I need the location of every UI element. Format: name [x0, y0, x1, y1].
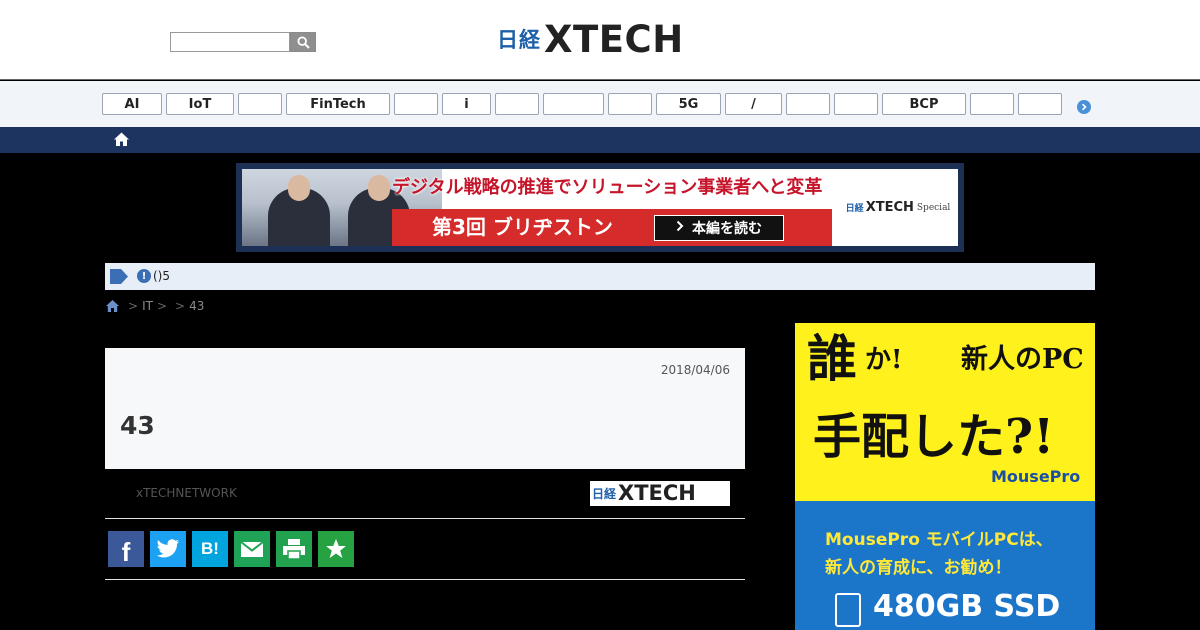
- ad-headline-part: 新人のPC: [961, 344, 1084, 375]
- search-input[interactable]: [170, 32, 290, 52]
- read-more-label: 本編を読む: [692, 221, 762, 237]
- tag-item[interactable]: /: [725, 93, 782, 115]
- divider: [105, 579, 745, 580]
- banner-brand-nikkei: 日経: [845, 204, 864, 214]
- banner-brand-xtech: XTECH: [865, 200, 914, 215]
- tag-item[interactable]: [394, 93, 438, 115]
- publisher-logo-nikkei: 日経: [592, 487, 617, 501]
- article-header: 2018/04/06 43: [105, 348, 745, 469]
- banner-headline: デジタル戦略の推進でソリューション事業者へと変革: [392, 177, 823, 198]
- tag-item[interactable]: [834, 93, 878, 115]
- breadcrumb: > IT > > 43: [105, 298, 204, 314]
- share-facebook-button[interactable]: f: [108, 531, 144, 567]
- publisher-logo-xtech: XTECH: [618, 481, 696, 505]
- ad-headline-part: か!: [865, 345, 903, 375]
- tag-item[interactable]: 5G: [656, 93, 721, 115]
- home-icon[interactable]: [105, 299, 120, 313]
- chevron-right-icon: [676, 220, 684, 236]
- tag-item[interactable]: [608, 93, 652, 115]
- banner-content: デジタル戦略の推進でソリューション事業者へと変革 第3回 ブリヂストン 本編を読…: [242, 169, 958, 246]
- search-button[interactable]: [290, 32, 316, 52]
- share-twitter-button[interactable]: [150, 531, 186, 567]
- banner-brand-special: Special: [916, 202, 951, 213]
- tag-item[interactable]: i: [442, 93, 491, 115]
- home-icon[interactable]: [113, 131, 130, 148]
- side-ad-yellow-panel: 誰 か! 新人のPC 手配した?! MousePro: [795, 323, 1095, 501]
- article-title: 43: [120, 411, 155, 440]
- publisher-logo: 日経 XTECH: [590, 481, 730, 506]
- site-logo[interactable]: 日経 XTECH: [497, 21, 684, 59]
- banner-red-strip: 第3回 ブリヂストン 本編を読む: [392, 209, 832, 246]
- ad-ssd-spec: 480GB SSD: [873, 589, 1061, 624]
- side-ad-blue-panel: MousePro モバイルPCは、 新人の育成に、お勧め！ 480GB SSD: [795, 501, 1095, 630]
- site-header: 日経 XTECH: [0, 0, 1200, 80]
- ad-brand-logo: MousePro: [991, 467, 1081, 486]
- banner-brand-logo: 日経 XTECH Special: [838, 169, 958, 246]
- logo-xtech-text: XTECH: [544, 18, 684, 61]
- article-byline: xTECHNETWORK: [136, 486, 237, 500]
- tag-nav: AI IoT FinTech i 5G / BCP: [0, 81, 1200, 127]
- ad-headline-line2: 手配した?!: [813, 409, 1055, 465]
- tag-item[interactable]: [495, 93, 539, 115]
- chevron-right-icon: [1081, 103, 1087, 111]
- notice-text: ()5: [153, 269, 170, 283]
- tag-nav-next-button[interactable]: [1077, 100, 1091, 114]
- tag-item[interactable]: AI: [102, 93, 162, 115]
- main-nav-bar: [0, 127, 1200, 153]
- share-hatena-button[interactable]: B!: [192, 531, 228, 567]
- breadcrumb-separator: >: [175, 299, 186, 313]
- tag-item[interactable]: [543, 93, 604, 115]
- breadcrumb-item[interactable]: IT: [142, 299, 153, 313]
- tag-item[interactable]: [238, 93, 282, 115]
- tag-item[interactable]: [970, 93, 1014, 115]
- search-icon: [296, 35, 310, 49]
- ad-subtext: 新人の育成に、お勧め！: [825, 558, 1012, 578]
- ad-headline-part: 誰: [807, 329, 857, 388]
- notice-bar[interactable]: ! ()5: [105, 263, 1095, 290]
- alert-icon: !: [137, 269, 151, 283]
- person-head: [368, 175, 390, 201]
- search-form: [170, 32, 316, 52]
- ssd-icon: [835, 593, 861, 627]
- logo-nikkei-text: 日経: [497, 28, 541, 52]
- ad-subtext: MousePro モバイルPCは、: [825, 530, 1053, 550]
- tag-item[interactable]: [1018, 93, 1062, 115]
- tag-item[interactable]: BCP: [882, 93, 966, 115]
- share-mail-button[interactable]: [234, 531, 270, 567]
- banner-series-title: 第3回 ブリヂストン: [432, 215, 613, 239]
- article-date: 2018/04/06: [660, 363, 730, 377]
- tag-item[interactable]: [786, 93, 830, 115]
- breadcrumb-current: 43: [189, 299, 205, 313]
- facebook-icon: f: [121, 537, 131, 567]
- top-banner-ad[interactable]: デジタル戦略の推進でソリューション事業者へと変革 第3回 ブリヂストン 本編を読…: [236, 163, 964, 252]
- tag-item[interactable]: IoT: [166, 93, 234, 115]
- divider: [105, 518, 745, 519]
- person-head: [288, 175, 310, 201]
- favorite-star-icon: [326, 539, 346, 558]
- twitter-icon: [156, 539, 179, 558]
- mail-icon: [240, 540, 264, 557]
- breadcrumb-separator: >: [156, 299, 167, 313]
- favorite-button[interactable]: [318, 531, 354, 567]
- breadcrumb-separator: >: [128, 299, 139, 313]
- side-ad[interactable]: 誰 か! 新人のPC 手配した?! MousePro MousePro モバイル…: [795, 323, 1095, 630]
- print-icon: [283, 539, 305, 560]
- tag-flag-icon: [110, 269, 128, 284]
- hatena-bookmark-icon: B!: [201, 539, 219, 558]
- read-more-button[interactable]: 本編を読む: [654, 215, 784, 241]
- tag-item[interactable]: FinTech: [286, 93, 390, 115]
- print-button[interactable]: [276, 531, 312, 567]
